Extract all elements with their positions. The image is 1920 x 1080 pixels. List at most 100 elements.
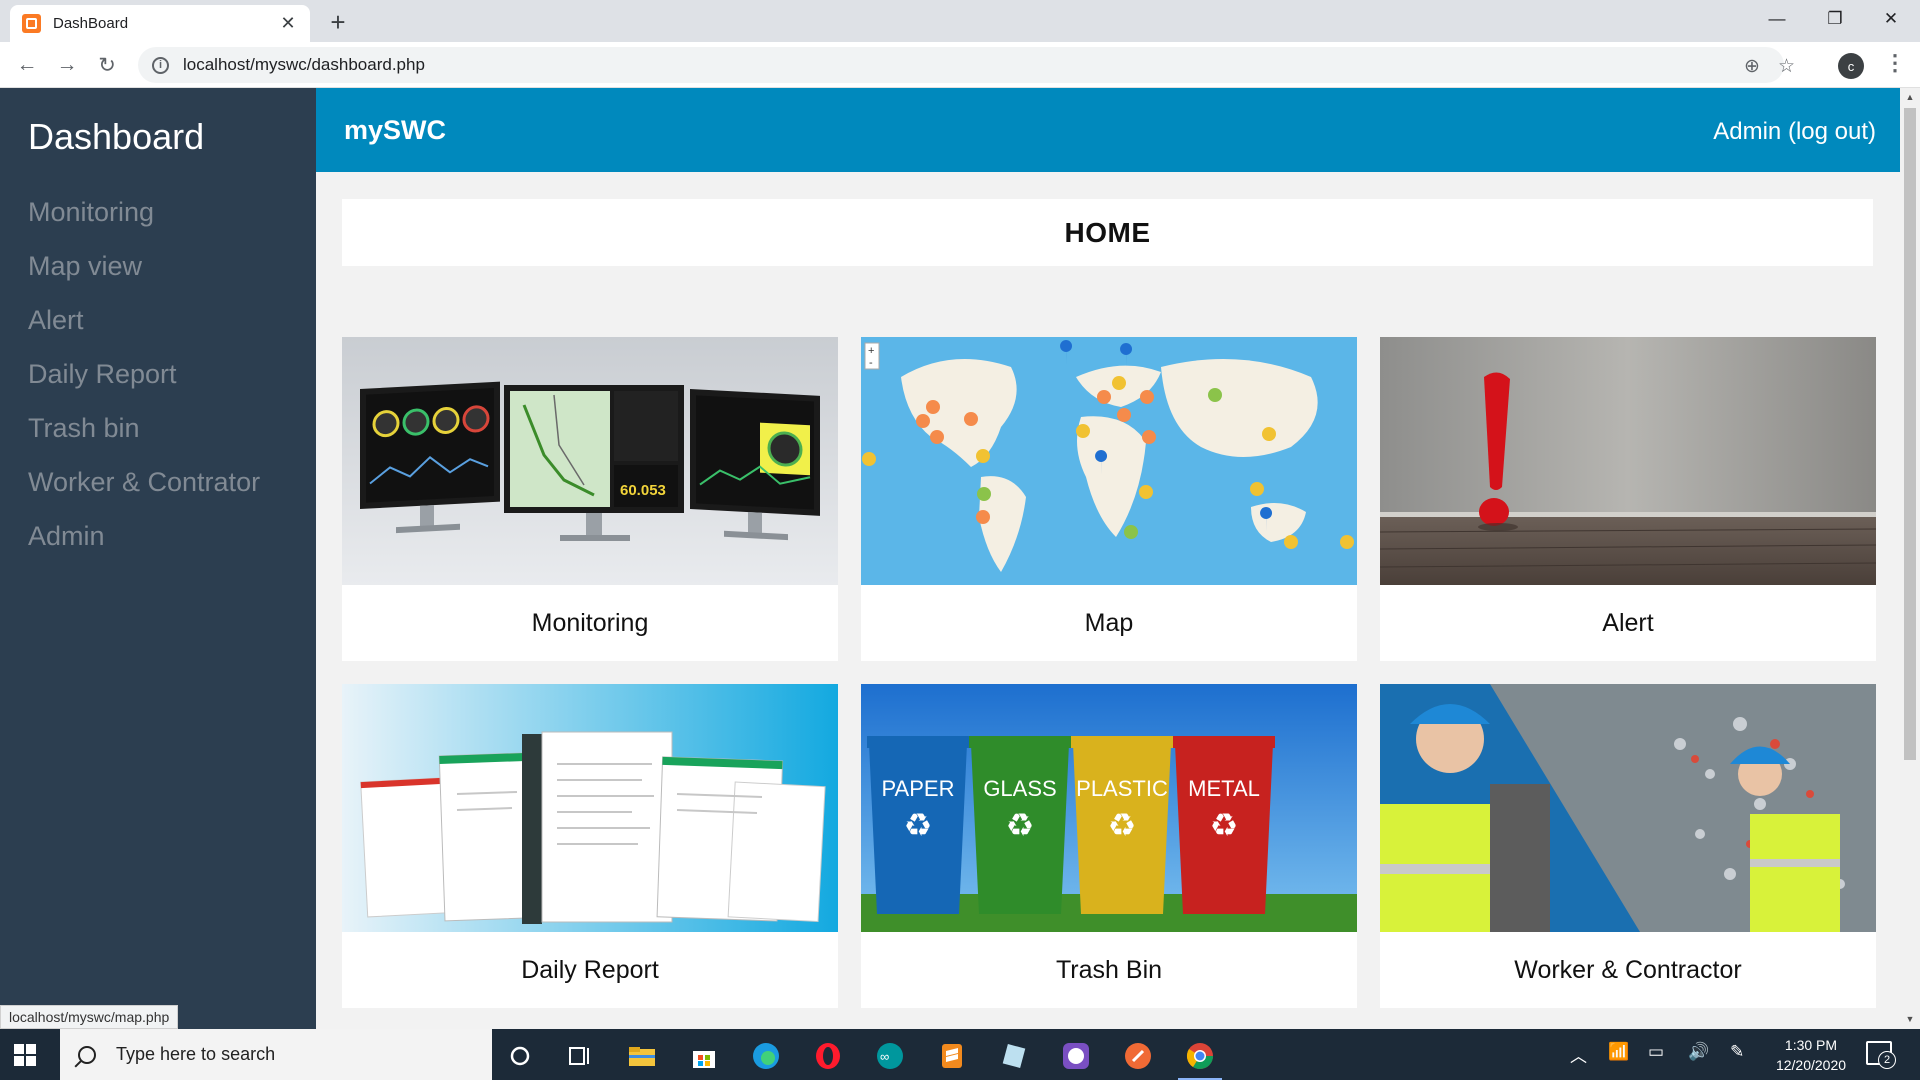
recycle-icon: ♻	[1108, 807, 1137, 843]
page-title: HOME	[1064, 216, 1151, 248]
zoom-icon[interactable]: ⊕	[1744, 55, 1760, 78]
bin-rim	[1071, 736, 1173, 748]
daily-report-image[interactable]	[342, 684, 838, 932]
task-view-icon[interactable]	[552, 1034, 608, 1078]
sidebar-item-worker-contractor[interactable]: Worker & Contrator	[28, 459, 260, 513]
sidebar-item-map-view[interactable]: Map view	[28, 243, 260, 297]
sidebar-title[interactable]: Dashboard	[28, 116, 204, 158]
top-header: mySWC Admin (log out)	[316, 88, 1900, 172]
sidebar-item-alert[interactable]: Alert	[28, 297, 260, 351]
trash-bin-image[interactable]: PAPER ♻ GLASS ♻ PLASTIC ♻ METAL ♻	[861, 684, 1357, 932]
map-image[interactable]: + -	[861, 337, 1357, 585]
browser-toolbar: ← → ↻ i localhost/myswc/dashboard.php ⊕ …	[0, 42, 1920, 88]
card-label-trash-bin[interactable]: Trash Bin	[861, 932, 1357, 1008]
page-title-box: HOME	[342, 199, 1873, 266]
main-content: HOME 60.053 Monitoring + - Map Alert Dai…	[316, 172, 1900, 1029]
bin-label: PAPER	[882, 776, 955, 801]
card-daily-report[interactable]: Daily Report	[342, 684, 838, 1008]
xampp-favicon-icon	[22, 14, 41, 33]
card-label-worker-contractor[interactable]: Worker & Contractor	[1380, 932, 1876, 1008]
logout-link[interactable]: Admin (log out)	[1713, 118, 1876, 146]
profile-avatar[interactable]: c	[1838, 53, 1864, 79]
battery-icon[interactable]: ▭	[1648, 1042, 1664, 1062]
search-icon	[78, 1045, 96, 1064]
bin-label: GLASS	[983, 776, 1056, 801]
browser-tab-strip: DashBoard ✕ + — ❐ ✕	[0, 0, 1920, 42]
browser-menu-icon[interactable]: ⋮	[1884, 50, 1906, 76]
card-map[interactable]: + - Map	[861, 337, 1357, 661]
github-desktop-icon[interactable]	[1048, 1034, 1104, 1078]
card-label-alert[interactable]: Alert	[1380, 585, 1876, 661]
show-hidden-icons-chevron-icon[interactable]: ︿	[1570, 1042, 1587, 1067]
scroll-up-arrow-icon[interactable]: ▲	[1904, 92, 1916, 102]
tab-title: DashBoard	[53, 15, 129, 32]
bin-label: METAL	[1188, 776, 1260, 801]
cortana-icon[interactable]	[492, 1034, 548, 1078]
sidebar-item-monitoring[interactable]: Monitoring	[28, 189, 260, 243]
postman-app-icon[interactable]	[1110, 1034, 1166, 1078]
clock-date: 12/20/2020	[1775, 1057, 1847, 1073]
volume-icon[interactable]: 🔊	[1688, 1042, 1709, 1062]
bin-label: PLASTIC	[1076, 776, 1168, 801]
taskbar-search-placeholder[interactable]: Type here to search	[116, 1044, 275, 1065]
microsoft-store-icon[interactable]	[676, 1034, 732, 1078]
edge-browser-icon[interactable]	[738, 1034, 794, 1078]
recycle-icon: ♻	[904, 807, 933, 843]
minimize-window-button[interactable]: —	[1748, 0, 1806, 38]
address-bar[interactable]: i localhost/myswc/dashboard.php ⊕ ☆	[138, 47, 1795, 83]
card-worker-contractor[interactable]: Worker & Contractor	[1380, 684, 1876, 1008]
svg-text:∞: ∞	[880, 1049, 889, 1064]
opera-browser-icon[interactable]	[800, 1034, 856, 1078]
card-alert[interactable]: Alert	[1380, 337, 1876, 661]
site-info-icon[interactable]: i	[152, 56, 169, 74]
worker-contractor-image[interactable]	[1380, 684, 1876, 932]
card-label-map[interactable]: Map	[861, 585, 1357, 661]
url-text[interactable]: localhost/myswc/dashboard.php	[183, 55, 425, 75]
sublime-text-icon[interactable]	[924, 1034, 980, 1078]
wifi-icon[interactable]: 📶	[1608, 1042, 1629, 1062]
clock-time: 1:30 PM	[1784, 1037, 1838, 1053]
alert-image[interactable]	[1380, 337, 1876, 585]
bin-rim	[969, 736, 1071, 748]
back-button[interactable]: ←	[10, 48, 44, 82]
sidebar: Dashboard Monitoring Map view Alert Dail…	[0, 88, 316, 1029]
windows-taskbar: Type here to search ∞ ︿ 📶 ▭ 🔊 ✎ 1:30 PM …	[0, 1029, 1920, 1080]
close-window-button[interactable]: ✕	[1862, 0, 1920, 38]
bin-rim	[1173, 736, 1275, 748]
recycle-icon: ♻	[1006, 807, 1035, 843]
brand-logo[interactable]: mySWC	[344, 115, 446, 146]
windows-start-icon[interactable]	[14, 1044, 36, 1066]
page-scrollbar[interactable]: ▲ ▼	[1900, 88, 1920, 1029]
card-label-daily-report[interactable]: Daily Report	[342, 932, 838, 1008]
new-tab-button[interactable]: +	[322, 6, 354, 38]
sidebar-item-trash-bin[interactable]: Trash bin	[28, 405, 260, 459]
notepad-app-icon[interactable]	[986, 1034, 1042, 1078]
card-monitoring[interactable]: 60.053 Monitoring	[342, 337, 838, 661]
bookmark-star-icon[interactable]: ☆	[1778, 55, 1795, 78]
scroll-down-arrow-icon[interactable]: ▼	[1904, 1014, 1916, 1024]
monitor-readout: 60.053	[620, 482, 666, 499]
pen-workspace-icon[interactable]: ✎	[1730, 1042, 1744, 1062]
chrome-browser-icon[interactable]	[1172, 1034, 1228, 1080]
monitoring-image[interactable]: 60.053	[342, 337, 838, 585]
arduino-ide-icon[interactable]: ∞	[862, 1034, 918, 1078]
browser-tab[interactable]: DashBoard ✕	[10, 5, 310, 42]
link-status-bubble: localhost/myswc/map.php	[0, 1005, 179, 1029]
restore-window-button[interactable]: ❐	[1806, 0, 1864, 38]
bin-rim	[867, 736, 969, 748]
card-trash-bin[interactable]: PAPER ♻ GLASS ♻ PLASTIC ♻ METAL ♻ Trash Bin	[861, 684, 1357, 1008]
taskbar-clock[interactable]: 1:30 PM 12/20/2020	[1766, 1035, 1856, 1075]
svg-text:+: +	[868, 345, 874, 357]
sidebar-item-daily-report[interactable]: Daily Report	[28, 351, 260, 405]
forward-button[interactable]: →	[50, 48, 84, 82]
file-explorer-icon[interactable]	[614, 1034, 670, 1078]
reload-button[interactable]: ↻	[90, 48, 124, 82]
sidebar-item-admin[interactable]: Admin	[28, 513, 260, 567]
sidebar-nav: Monitoring Map view Alert Daily Report T…	[28, 189, 260, 567]
taskbar-search-box[interactable]: Type here to search	[60, 1029, 492, 1080]
close-tab-icon[interactable]: ✕	[278, 13, 298, 34]
recycle-icon: ♻	[1210, 807, 1239, 843]
scroll-thumb[interactable]	[1904, 108, 1916, 760]
svg-text:-: -	[869, 357, 873, 369]
card-label-monitoring[interactable]: Monitoring	[342, 585, 838, 661]
